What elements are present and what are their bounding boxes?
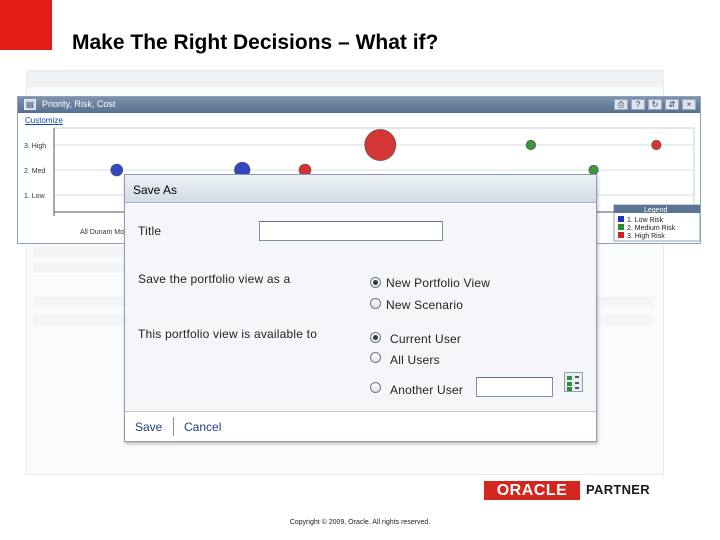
oracle-logo: ORACLE: [484, 481, 580, 500]
bubble-point: [525, 139, 536, 151]
slide-title: Make The Right Decisions – What if?: [72, 31, 439, 54]
legend-label: 3. High Risk: [627, 233, 665, 240]
current-user-label: Current User: [390, 332, 462, 346]
partner-label: PARTNER: [586, 482, 650, 497]
another-user-input[interactable]: [476, 377, 553, 397]
collapse-icon[interactable]: ⇵: [665, 99, 679, 110]
radio-current-user[interactable]: [370, 332, 381, 343]
user-search-icon[interactable]: [564, 372, 583, 392]
title-label: Title: [138, 224, 162, 238]
another-user-label: Another User: [390, 383, 464, 397]
y-tick-label: 2. Med: [24, 168, 46, 175]
bubble-point: [364, 129, 397, 161]
bubble-point: [110, 163, 124, 177]
background-titlebar: [27, 71, 663, 87]
save-as-dialog: Save As Title Save the portfolio view as…: [124, 174, 597, 442]
footer-separator: [173, 417, 174, 436]
portlet-header: ▤ Priority, Risk, Cost ⎙ ? ↻ ⇵ ×: [18, 97, 700, 113]
new-portfolio-view-label: New Portfolio View: [386, 276, 491, 290]
dialog-title: Save As: [133, 183, 178, 197]
portlet-title: Priority, Risk, Cost: [42, 99, 116, 109]
save-button[interactable]: Save: [135, 420, 162, 434]
available-to-label: This portfolio view is available to: [138, 327, 318, 341]
title-input[interactable]: [259, 221, 443, 241]
dialog-footer: Save Cancel: [125, 411, 596, 441]
help-icon[interactable]: ?: [631, 99, 645, 110]
legend-label: 2. Medium Risk: [627, 225, 676, 232]
legend-swatch: [618, 224, 624, 230]
close-icon[interactable]: ×: [682, 99, 696, 110]
legend-swatch: [618, 232, 624, 238]
radio-new-scenario[interactable]: [370, 298, 381, 309]
portlet-toolbar: ⎙ ? ↻ ⇵ ×: [614, 99, 696, 110]
y-tick-label: 3. High: [24, 143, 46, 150]
y-tick-label: 1. Low: [24, 193, 46, 200]
legend-swatch: [618, 216, 624, 222]
copyright-notice: Copyright © 2009, Oracle. All rights res…: [289, 519, 431, 526]
legend-label: 1. Low Risk: [627, 217, 664, 224]
legend-title: Legend: [644, 207, 667, 214]
red-corner-tab: [0, 0, 52, 50]
cancel-button[interactable]: Cancel: [184, 420, 221, 434]
refresh-icon[interactable]: ↻: [648, 99, 662, 110]
all-users-label: All Users: [390, 353, 440, 367]
save-view-as-label: Save the portfolio view as a: [138, 272, 291, 286]
radio-another-user[interactable]: [370, 382, 381, 393]
radio-all-users[interactable]: [370, 352, 381, 363]
oracle-logo-text: ORACLE: [496, 482, 568, 499]
radio-new-portfolio-view[interactable]: [370, 277, 381, 288]
chart-icon[interactable]: ▤: [24, 99, 36, 110]
x-tick-label: All Dunam Mo: [80, 229, 124, 236]
new-scenario-label: New Scenario: [386, 298, 464, 312]
print-icon[interactable]: ⎙: [614, 99, 628, 110]
bubble-point: [651, 139, 662, 151]
dialog-header: [125, 175, 596, 203]
background-row: [33, 247, 123, 257]
